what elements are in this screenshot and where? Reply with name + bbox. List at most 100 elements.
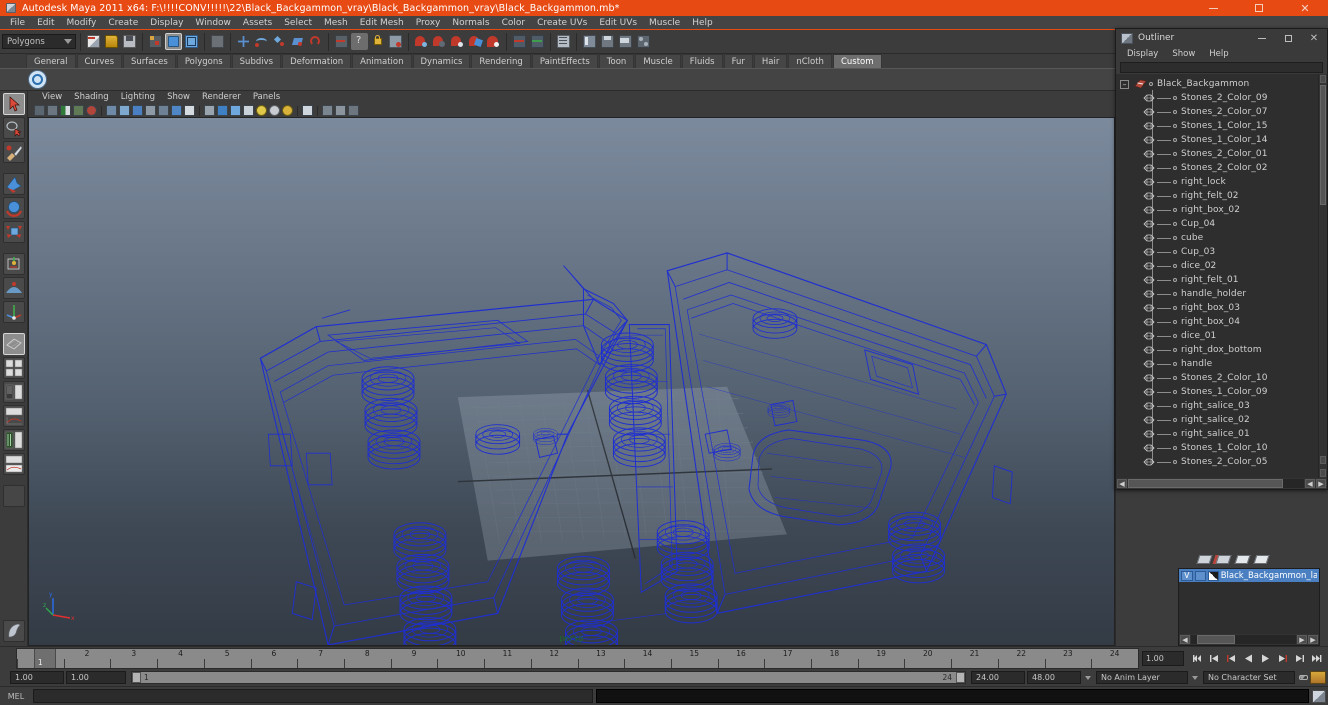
shelf-tab-fur[interactable]: Fur: [723, 54, 753, 68]
outliner-item-row[interactable]: right_salice_02: [1116, 413, 1318, 427]
tool-settings-icon[interactable]: [617, 33, 634, 50]
menu-color[interactable]: Color: [496, 16, 532, 30]
layer-up-icon[interactable]: [1234, 555, 1251, 564]
field-chart-icon[interactable]: [145, 105, 156, 116]
render-globals-icon[interactable]: [485, 33, 502, 50]
outliner-vertical-scrollbar[interactable]: [1318, 74, 1327, 478]
outliner-persp-layout[interactable]: [2, 381, 25, 403]
outliner-item-row[interactable]: Stones_2_Color_10: [1116, 371, 1318, 385]
universal-manipulator-tool[interactable]: [2, 253, 25, 275]
snap-to-view-plane-icon[interactable]: [307, 33, 324, 50]
close-icon[interactable]: ✕: [1301, 29, 1327, 47]
outliner-horizontal-scrollbar[interactable]: ◀ ◀ ▶: [1116, 478, 1327, 489]
menu-edit-mesh[interactable]: Edit Mesh: [354, 16, 410, 30]
range-end-field[interactable]: 24.00: [971, 671, 1025, 684]
new-layer-icon[interactable]: [1196, 555, 1213, 564]
shelf-tab-polygons[interactable]: Polygons: [176, 54, 231, 68]
shelf-tab-surfaces[interactable]: Surfaces: [123, 54, 176, 68]
maximize-icon[interactable]: [1236, 0, 1282, 16]
outliner-item-row[interactable]: right_felt_01: [1116, 273, 1318, 287]
chevron-down-icon[interactable]: [1190, 671, 1201, 684]
collapse-toggle-icon[interactable]: –: [1120, 79, 1129, 89]
hypershade-persp-layout[interactable]: [2, 429, 25, 451]
scroll-track[interactable]: [1191, 635, 1296, 644]
menu-normals[interactable]: Normals: [446, 16, 495, 30]
scroll-left-icon[interactable]: ◀: [1117, 479, 1127, 488]
hypershade-icon[interactable]: [449, 33, 466, 50]
channel-box-icon[interactable]: [581, 33, 598, 50]
panel-menu-lighting[interactable]: Lighting: [115, 91, 161, 104]
outliner-tree[interactable]: – Black_Backgammon Stones_2_Color_09 Ston…: [1116, 74, 1318, 478]
sidebar-toggle-icon[interactable]: [635, 33, 652, 50]
outliner-item-row[interactable]: right_box_02: [1116, 203, 1318, 217]
menu-assets[interactable]: Assets: [237, 16, 278, 30]
history-icon[interactable]: [333, 33, 350, 50]
outliner-item-row[interactable]: dice_02: [1116, 259, 1318, 273]
minimize-icon[interactable]: [1249, 29, 1275, 47]
panel-menu-renderer[interactable]: Renderer: [196, 91, 247, 104]
layer-down-icon[interactable]: [1253, 555, 1270, 564]
snap-to-point-icon[interactable]: [271, 33, 288, 50]
save-scene-icon[interactable]: [121, 33, 138, 50]
shelf-tab-subdivs[interactable]: Subdivs: [231, 54, 282, 68]
shelf-tab-ncloth[interactable]: nCloth: [788, 54, 832, 68]
scroll-right-icon[interactable]: ◀: [1305, 479, 1315, 488]
scroll-down-icon[interactable]: [1320, 456, 1326, 464]
wireframe-icon[interactable]: [204, 105, 215, 116]
snap-to-curve-icon[interactable]: [253, 33, 270, 50]
rotate-tool[interactable]: [2, 197, 25, 219]
lasso-select-tool[interactable]: [2, 117, 25, 139]
lock-icon[interactable]: [369, 33, 386, 50]
selection-mode-dropdown[interactable]: Polygons: [2, 34, 76, 49]
menu-mesh[interactable]: Mesh: [318, 16, 354, 30]
attribute-editor-icon[interactable]: [555, 33, 572, 50]
menu-display[interactable]: Display: [144, 16, 189, 30]
outliner-item-row[interactable]: dice_01: [1116, 329, 1318, 343]
shelf-tab-curves[interactable]: Curves: [76, 54, 123, 68]
outliner-menu-help[interactable]: Help: [1202, 47, 1235, 61]
panel-menu-shading[interactable]: Shading: [68, 91, 115, 104]
range-start-handle[interactable]: [132, 672, 141, 683]
outliner-item-row[interactable]: Stones_2_Color_01: [1116, 147, 1318, 161]
go-to-end-icon[interactable]: [1309, 651, 1324, 666]
select-tool[interactable]: [2, 93, 25, 115]
shelf-tab-general[interactable]: General: [26, 54, 76, 68]
select-by-hierarchy-icon[interactable]: [147, 33, 164, 50]
scroll-thumb[interactable]: [1128, 479, 1283, 488]
outliner-item-row[interactable]: right_box_04: [1116, 315, 1318, 329]
menu-edit-uvs[interactable]: Edit UVs: [593, 16, 643, 30]
xray-icon[interactable]: [302, 105, 313, 116]
step-back-frame-icon[interactable]: [1224, 651, 1239, 666]
animation-start-field[interactable]: 1.00: [10, 671, 64, 684]
panel-menu-show[interactable]: Show: [161, 91, 196, 104]
show-hide-editor-icon[interactable]: [511, 33, 528, 50]
shelf-tab-deformation[interactable]: Deformation: [282, 54, 352, 68]
go-to-start-icon[interactable]: [1190, 651, 1205, 666]
new-scene-icon[interactable]: [85, 33, 102, 50]
use-all-lights-icon[interactable]: [269, 105, 280, 116]
render-view-icon[interactable]: [467, 33, 484, 50]
shelf-tab-painteffects[interactable]: PaintEffects: [531, 54, 598, 68]
shelf-tab-hair[interactable]: Hair: [753, 54, 788, 68]
safe-action-icon[interactable]: [158, 105, 169, 116]
chevron-down-icon[interactable]: [1083, 671, 1094, 684]
scroll-end-icon[interactable]: ▶: [1308, 635, 1318, 644]
script-editor-icon[interactable]: [1312, 689, 1326, 703]
outliner-item-row[interactable]: right_box_03: [1116, 301, 1318, 315]
play-forwards-icon[interactable]: [1258, 651, 1273, 666]
scroll-end-icon[interactable]: ▶: [1316, 479, 1326, 488]
outliner-item-row[interactable]: right_dox_bottom: [1116, 343, 1318, 357]
snap-to-plane-icon[interactable]: [289, 33, 306, 50]
current-time-field[interactable]: 1.00: [1142, 650, 1184, 666]
new-layer-from-selected-icon[interactable]: [1215, 555, 1232, 564]
range-end-handle[interactable]: [956, 672, 965, 683]
auto-key-icon[interactable]: [1297, 671, 1308, 684]
scroll-left-icon[interactable]: ◀: [1180, 635, 1190, 644]
outliner-item-row[interactable]: Stones_1_Color_15: [1116, 119, 1318, 133]
outliner-item-row[interactable]: Stones_2_Color_09: [1116, 91, 1318, 105]
menu-muscle[interactable]: Muscle: [643, 16, 686, 30]
select-camera-icon[interactable]: [34, 105, 45, 116]
outliner-item-row[interactable]: Stones_1_Color_14: [1116, 133, 1318, 147]
command-output[interactable]: [596, 689, 1309, 703]
bookmark-icon[interactable]: [73, 105, 84, 116]
